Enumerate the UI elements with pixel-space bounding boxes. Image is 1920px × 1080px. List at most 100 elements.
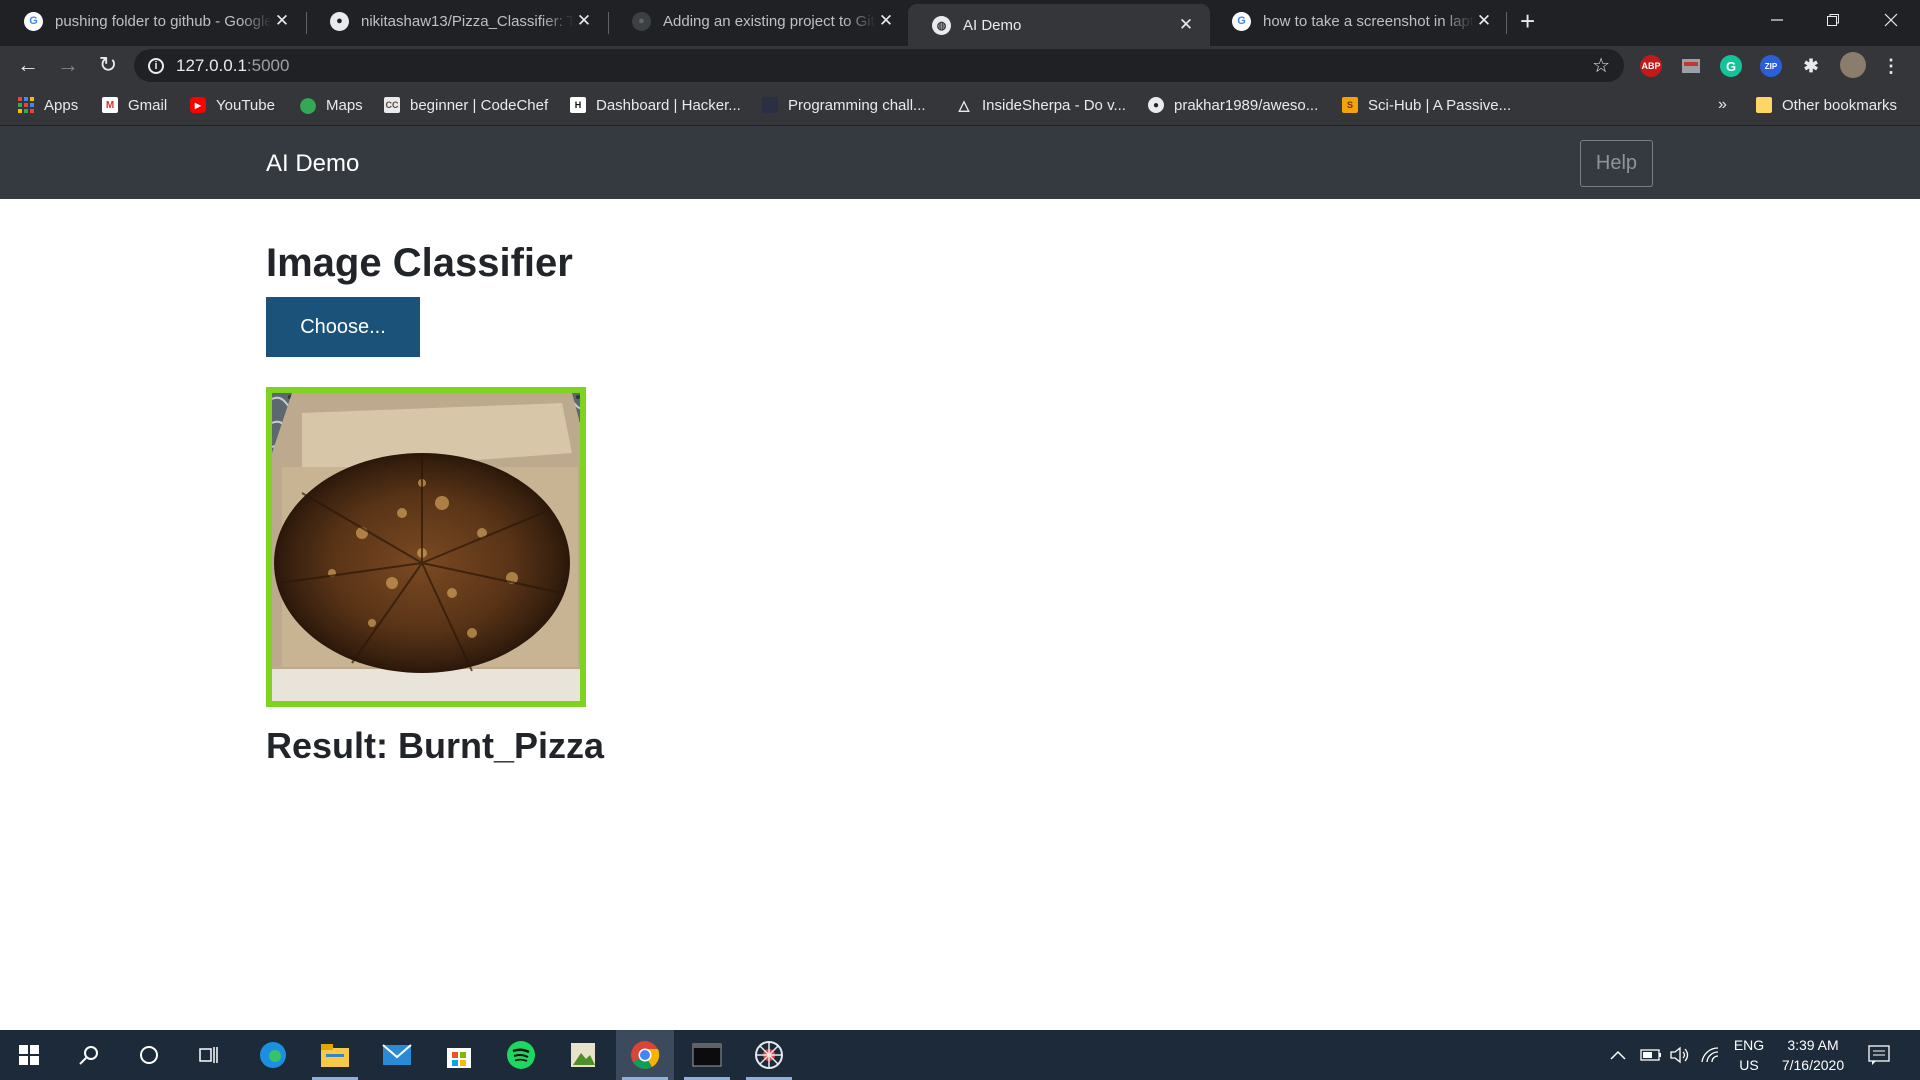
windows-taskbar: ENG US 3:39 AM 7/16/2020 [0, 1030, 1920, 1080]
google-icon: G [24, 11, 43, 31]
bookmark-insidesherpa[interactable]: △ InsideSherpa - Do v... [956, 84, 1126, 126]
brand-title[interactable]: AI Demo [266, 150, 359, 178]
image-editor-icon[interactable] [554, 1030, 612, 1080]
task-view-icon[interactable] [180, 1030, 238, 1080]
tab-title: Adding an existing project to GitHub [663, 12, 876, 30]
windows-start-icon[interactable] [0, 1030, 58, 1080]
terminal-icon[interactable] [678, 1030, 736, 1080]
mail-icon[interactable] [368, 1030, 426, 1080]
insidesherpa-icon: △ [958, 96, 970, 113]
github-icon: ● [330, 11, 349, 31]
tab-screenshot-search[interactable]: G how to take a screenshot in laptop ✕ [1208, 0, 1508, 42]
bookmark-label: beginner | CodeChef [410, 96, 549, 114]
reload-icon[interactable]: ↻ [90, 46, 126, 84]
tab-title: nikitashaw13/Pizza_Classifier: This [361, 12, 574, 30]
extension-label: ZIP [1764, 61, 1778, 71]
store-icon[interactable] [430, 1030, 488, 1080]
github-icon: ● [1148, 97, 1164, 113]
site-info-icon[interactable]: i [148, 57, 164, 74]
bookmarks-overflow-chevron-icon[interactable]: » [1718, 84, 1727, 126]
zip-extension-icon[interactable]: ZIP [1760, 55, 1782, 77]
image-preview [266, 387, 586, 707]
close-icon[interactable]: ✕ [574, 11, 594, 31]
file-explorer-icon[interactable] [306, 1030, 364, 1080]
hackerrank-icon: H [570, 97, 586, 113]
volume-icon[interactable] [1670, 1030, 1692, 1080]
bookmark-hackerrank[interactable]: H Dashboard | Hacker... [570, 84, 741, 126]
tab-github-repo[interactable]: ● nikitashaw13/Pizza_Classifier: This ✕ [306, 0, 608, 42]
bookmark-label: prakhar1989/aweso... [1174, 96, 1319, 114]
extension-label: G [1725, 58, 1737, 74]
tray-chevron-up-icon[interactable] [1610, 1030, 1626, 1080]
clock[interactable]: 3:39 AM 7/16/2020 [1776, 1030, 1850, 1080]
address-bar[interactable]: i 127.0.0.1:5000 ☆ [134, 49, 1624, 82]
choose-file-button[interactable]: Choose... [266, 297, 420, 357]
new-tab-button[interactable]: + [1520, 6, 1535, 37]
tab-github-docs[interactable]: ● Adding an existing project to GitHub ✕ [608, 0, 910, 42]
pizza-photo [272, 393, 580, 701]
menu-kebab-icon[interactable]: ⋮ [1880, 55, 1902, 77]
bookmark-label: Gmail [128, 96, 168, 114]
close-icon[interactable]: ✕ [1176, 15, 1196, 35]
window-close-icon[interactable] [1864, 0, 1918, 40]
bookmark-apps[interactable]: Apps [18, 84, 78, 126]
minimize-icon[interactable] [1750, 0, 1804, 40]
bookmark-label: YouTube [216, 96, 275, 114]
close-icon[interactable]: ✕ [876, 11, 896, 31]
tab-strip: G pushing folder to github - Google Sear… [0, 0, 1920, 46]
bookmark-star-icon[interactable]: ☆ [1592, 53, 1610, 78]
classification-result: Result: Burnt_Pizza [266, 725, 605, 766]
cortana-icon[interactable] [120, 1030, 178, 1080]
back-arrow-icon[interactable]: ← [10, 46, 46, 84]
codechef-icon: CC [384, 97, 400, 113]
tab-google-search[interactable]: G pushing folder to github - Google Sear… [0, 0, 306, 42]
grammarly-extension-icon[interactable]: G [1720, 55, 1742, 77]
bookmark-maps[interactable]: ⬤ Maps [300, 84, 363, 126]
apps-grid-icon [18, 97, 34, 113]
chrome-taskbar-icon[interactable] [616, 1030, 674, 1080]
spotify-icon[interactable] [492, 1030, 550, 1080]
other-bookmarks[interactable]: Other bookmarks [1756, 84, 1897, 126]
wifi-icon[interactable] [1700, 1030, 1722, 1080]
youtube-icon: ▶ [190, 97, 206, 113]
bookmark-label: Sci-Hub | A Passive... [1368, 96, 1512, 114]
bookmark-codechef[interactable]: CC beginner | CodeChef [384, 84, 548, 126]
page-title: Image Classifier [266, 241, 573, 285]
tab-title: AI Demo [963, 16, 1022, 34]
maps-icon: ⬤ [299, 97, 317, 114]
bookmark-scihub[interactable]: S Sci-Hub | A Passive... [1342, 84, 1511, 126]
help-button[interactable]: Help [1580, 140, 1653, 187]
notifications-icon[interactable] [1868, 1030, 1890, 1080]
close-icon[interactable]: ✕ [272, 11, 292, 31]
extension-label: ABP [1641, 61, 1661, 71]
extensions-puzzle-icon[interactable]: ✱ [1800, 55, 1822, 77]
bookmark-page-icon [762, 97, 778, 113]
tab-title: how to take a screenshot in laptop [1263, 12, 1474, 30]
bookmark-label: Apps [44, 96, 79, 114]
app-navbar: AI Demo Help [0, 126, 1920, 199]
bookmark-label: Maps [326, 96, 363, 114]
bookmark-programming-challenges[interactable]: Programming chall... [762, 84, 926, 126]
globe-icon: ◍ [932, 15, 951, 35]
folder-icon [1756, 97, 1772, 113]
forward-arrow-icon[interactable]: → [50, 46, 86, 84]
adblock-extension-icon[interactable]: ABP [1640, 55, 1662, 77]
bookmark-github-awesome[interactable]: ● prakhar1989/aweso... [1148, 84, 1318, 126]
extension-cast-icon[interactable] [1680, 55, 1702, 77]
profile-avatar[interactable] [1840, 52, 1866, 78]
spider-app-icon[interactable] [740, 1030, 798, 1080]
edge-browser-icon[interactable] [244, 1030, 302, 1080]
url-port: :5000 [246, 55, 290, 75]
restore-icon[interactable] [1806, 0, 1860, 40]
tab-ai-demo[interactable]: ◍ AI Demo ✕ [908, 4, 1210, 46]
clock-date: 7/16/2020 [1781, 1057, 1845, 1073]
language-indicator[interactable]: ENG US [1732, 1030, 1766, 1080]
search-icon[interactable] [60, 1030, 118, 1080]
close-icon[interactable]: ✕ [1474, 11, 1494, 31]
tab-title: pushing folder to github - Google Search [55, 12, 272, 30]
bookmark-youtube[interactable]: ▶ YouTube [190, 84, 275, 126]
bookmark-gmail[interactable]: M Gmail [102, 84, 167, 126]
battery-icon[interactable] [1640, 1030, 1662, 1080]
google-icon: G [1232, 11, 1251, 31]
github-icon: ● [632, 11, 651, 31]
